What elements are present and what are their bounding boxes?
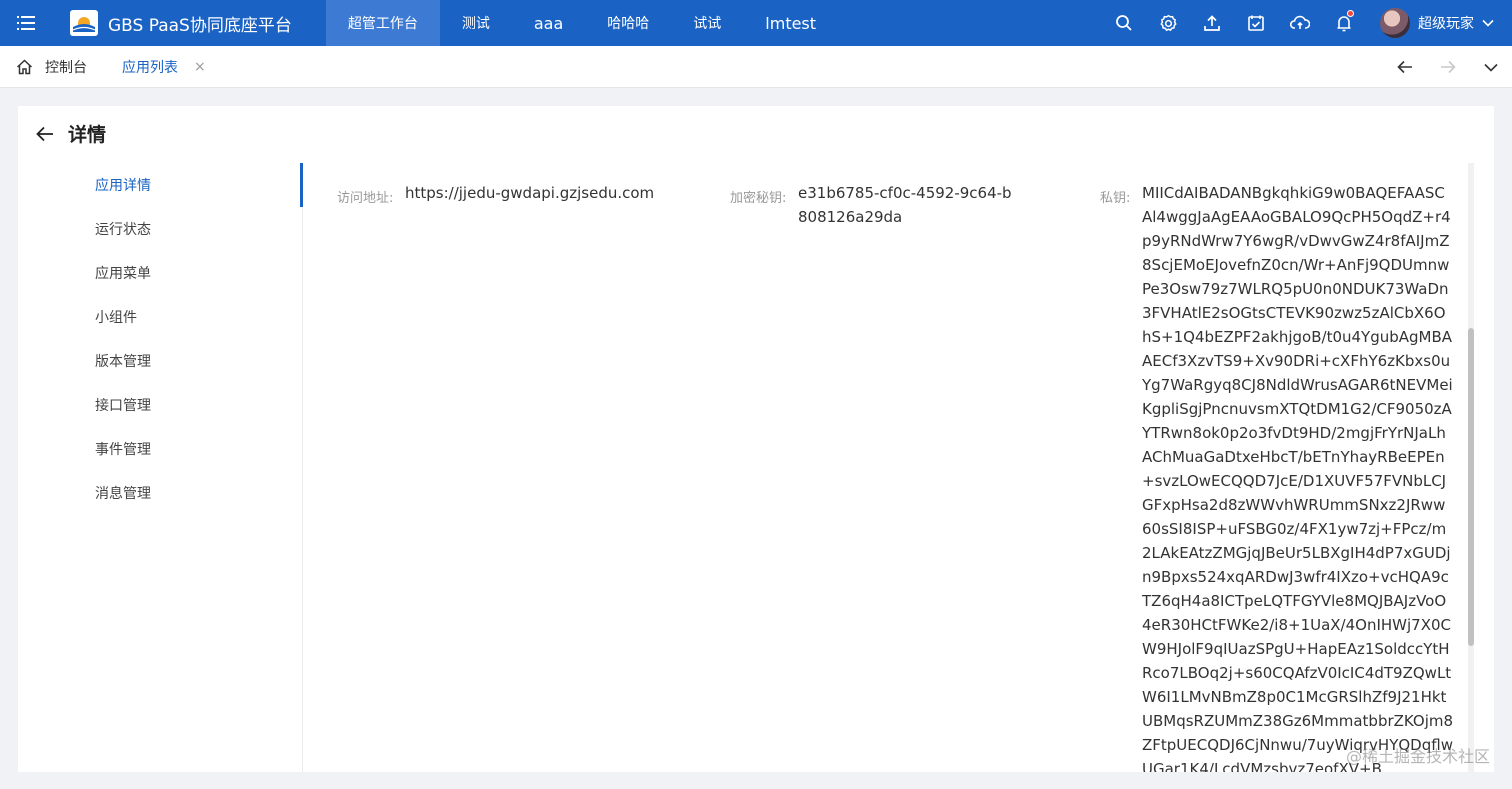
card-header: 详情 <box>36 120 106 147</box>
top-navbar: GBS PaaS协同底座平台 超管工作台 测试 aaa 哈哈哈 试试 lmtes… <box>0 0 1512 46</box>
notification-dot <box>1347 10 1354 17</box>
tab-console-label: 控制台 <box>45 59 87 76</box>
scrollbar-thumb[interactable] <box>1468 328 1474 646</box>
back-arrow-icon[interactable] <box>36 126 54 142</box>
sidebar-item-widgets[interactable]: 小组件 <box>95 307 137 327</box>
bell-icon[interactable] <box>1322 0 1366 46</box>
tab-app-list[interactable]: 应用列表 × <box>122 57 206 77</box>
sidebar-item-app-menu[interactable]: 应用菜单 <box>95 263 151 283</box>
arrow-left-icon[interactable] <box>1383 46 1426 88</box>
chevron-down-icon[interactable] <box>1469 46 1512 88</box>
sidebar-item-events[interactable]: 事件管理 <box>95 439 151 459</box>
app-logo <box>70 10 98 36</box>
sidebar-item-interfaces[interactable]: 接口管理 <box>95 395 151 415</box>
nav-item-lmtest[interactable]: lmtest <box>743 0 838 46</box>
access-address-label: 访问地址: <box>337 191 394 206</box>
arrow-right-icon[interactable] <box>1426 46 1469 88</box>
top-right-toolbar: 超级玩家 <box>1102 0 1512 46</box>
sidebar-item-app-details[interactable]: 应用详情 <box>95 175 151 195</box>
search-icon[interactable] <box>1102 0 1146 46</box>
private-key-value: MIICdAIBADANBgkqhkiG9w0BAQEFAASCAl4wggJa… <box>1142 184 1454 772</box>
scrollbar[interactable] <box>1468 163 1474 772</box>
detail-card: 详情 应用详情 运行状态 应用菜单 小组件 版本管理 接口管理 事件管理 消息管… <box>18 106 1494 772</box>
nav-item-shishi[interactable]: 试试 <box>671 0 743 46</box>
calendar-check-icon[interactable] <box>1234 0 1278 46</box>
nav-item-aaa[interactable]: aaa <box>512 0 585 46</box>
secret-key-value: e31b6785-cf0c-4592-9c64-b808126a29da <box>798 184 1012 226</box>
avatar[interactable] <box>1380 8 1410 38</box>
close-icon[interactable]: × <box>194 59 206 75</box>
access-address-value: https://jjedu-gwdapi.gzjsedu.com <box>405 184 655 202</box>
tab-bar: 控制台 应用列表 × <box>0 46 1512 88</box>
nav-item-test[interactable]: 测试 <box>440 0 512 46</box>
tab-app-list-label: 应用列表 <box>122 59 178 76</box>
gear-icon[interactable] <box>1146 0 1190 46</box>
detail-content: 访问地址: https://jjedu-gwdapi.gzjsedu.com 加… <box>304 163 1474 772</box>
cloud-sync-icon[interactable] <box>1278 0 1322 46</box>
page-title: 详情 <box>68 124 107 146</box>
chevron-down-icon[interactable] <box>1482 19 1494 27</box>
sidebar-item-run-status[interactable]: 运行状态 <box>95 219 151 239</box>
sidebar-item-versions[interactable]: 版本管理 <box>95 351 151 371</box>
nav-item-super-admin[interactable]: 超管工作台 <box>325 0 440 46</box>
upload-icon[interactable] <box>1190 0 1234 46</box>
home-icon <box>16 58 33 74</box>
app-title: GBS PaaS协同底座平台 <box>108 15 292 36</box>
username[interactable]: 超级玩家 <box>1418 13 1474 33</box>
hamburger-menu-icon[interactable] <box>0 0 52 46</box>
active-indicator <box>300 163 303 207</box>
sidebar-item-messages[interactable]: 消息管理 <box>95 483 151 503</box>
secret-key-label: 加密秘钥: <box>730 191 787 206</box>
tab-tools <box>1383 46 1512 88</box>
tab-console[interactable]: 控制台 <box>16 57 87 77</box>
watermark: @稀土掘金技术社区 <box>1345 747 1490 766</box>
detail-sidebar: 应用详情 运行状态 应用菜单 小组件 版本管理 接口管理 事件管理 消息管理 <box>18 163 303 772</box>
nav-item-hahaha[interactable]: 哈哈哈 <box>585 0 671 46</box>
private-key-label: 私钥: <box>1100 191 1131 206</box>
main-nav: 超管工作台 测试 aaa 哈哈哈 试试 lmtest <box>325 0 838 46</box>
